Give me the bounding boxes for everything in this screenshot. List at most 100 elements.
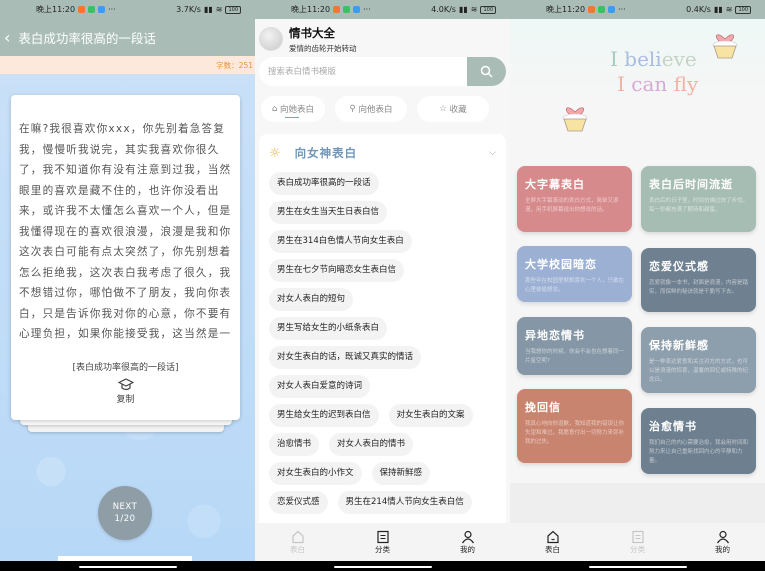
network-speed: 0.4K/s [686,5,711,14]
tab-category[interactable]: 分类 [608,530,668,555]
home-indicator[interactable] [333,566,432,568]
card-description: 是一种表达爱意和关注对方的方式，也可以是浪漫的惊喜，温馨的回忆或特殊的纪念日。 [649,359,749,383]
tab-confess[interactable]: 表白 [523,530,583,555]
tab-label: 向她表白 [280,105,315,115]
topic-chip[interactable]: 对女生表白的话，既诚又真实的情话 [269,346,422,369]
detail-screen: 晚上11:20 ··· 3.7K/s ▮▮ ≋ 100 ‹ 表白成功率很高的一段… [0,0,255,571]
home-indicator[interactable] [78,566,177,568]
bottom-tab-bar: 表白 分类 我的 [255,523,510,561]
home-banner: I believe I can fly [510,19,765,153]
tab-category[interactable]: 分类 [353,530,413,555]
tab-mine[interactable]: 我的 [693,530,753,555]
tab-to-him[interactable]: ⚲ 向他表白 [335,96,407,122]
status-time: 晚上11:20 [291,5,331,14]
notification-app-icon [588,6,596,13]
banner-word: beli [624,47,662,71]
banner-word: I [617,72,632,96]
status-bar: 晚上11:20 ··· 3.7K/s ▮▮ ≋ 100 [0,0,255,19]
avatar[interactable] [259,27,283,51]
topic-chip[interactable]: 对女人表白的情书 [329,433,414,456]
topic-chip[interactable]: 对女生表白的文案 [388,404,473,427]
battery-icon: 100 [480,5,496,14]
feature-card[interactable]: 保持新鲜感 是一种表达爱意和关注对方的方式，也可以是浪漫的惊喜，温馨的回忆或特殊… [641,327,756,393]
letter-source-title: [表白成功率很高的一段话] [72,363,179,373]
card-description: 表白后的日子里，时间仿佛过快了步伐，每一秒都充满了期待和甜蜜。 [649,198,749,213]
card-description: 恋爱就像一本书，封面是浪漫，内容是踏实，而保鲜的秘诀就是干脆写下去。 [649,280,749,295]
tab-label: 分类 [375,544,390,554]
tab-favorites[interactable]: ☆ 收藏 [417,96,489,122]
feature-card[interactable]: 恋爱仪式感 恋爱就像一本书，封面是浪漫，内容是踏实，而保鲜的秘诀就是干脆写下去。 [641,248,756,312]
status-time: 晚上11:20 [36,5,76,14]
page-title: 表白成功率很高的一段话 [18,31,156,46]
feature-card[interactable]: 挽回信 我真心地向你道歉，我知道我的错误让你失望和难过，我愿意付出一切努力来弥补… [517,389,632,463]
topic-chip[interactable]: 男生在214情人节向女生表白信 [337,491,472,514]
topic-chip[interactable]: 对女人表白爱意的诗词 [269,375,371,398]
sun-icon: ☼ [269,145,281,161]
topic-chips: 表白成功率很高的一段话 男生在女生当天生日表白信 男生在314白色情人节向女生表… [269,172,496,514]
message-icon [353,6,361,13]
tab-label: 向他表白 [358,105,393,115]
card-title: 大字幕表白 [525,178,585,191]
app-subtitle: 爱情的齿轮开始转动 [289,43,357,53]
status-more: ··· [108,5,116,14]
copy-button[interactable]: 复制 [19,378,232,405]
feature-card[interactable]: 大字幕表白 全屏大字幕滚动的表白方式，简单又浪漫，用手机屏幕说出你想说的话。 [517,166,632,232]
card-description: 我真心地向你道歉，我知道我的错误让你失望和难过，我愿意付出一切努力来弥补我的过失… [525,421,625,445]
card-description: 全屏大字幕滚动的表白方式，简单又浪漫，用手机屏幕说出你想说的话。 [525,198,619,213]
topic-chip[interactable]: 男生在女生当天生日表白信 [269,201,388,224]
feature-card[interactable]: 大学校园暗恋 那些年在校园里默默喜欢一个人，只敢在心里偷偷想念。 [517,246,632,302]
feature-card[interactable]: 表白后时间流逝 表白后的日子里，时间仿佛过快了步伐，每一秒都充满了期待和甜蜜。 [641,166,756,232]
feature-card[interactable]: 异地恋情书 当我想你的时候，你会不会也在想着同一片星空呢? [517,317,632,375]
topic-chip[interactable]: 恋爱仪式感 [269,491,328,514]
banner-word: I [610,47,625,71]
home-icon [291,530,304,543]
topic-chip[interactable]: 男生在314白色情人节向女生表白 [269,230,412,253]
gender-tabs: ⌂ 向她表白 ⚲ 向他表白 ☆ 收藏 [255,96,510,122]
topic-chip[interactable]: 对女生表白的小作文 [269,462,362,485]
back-icon[interactable]: ‹ [4,28,10,47]
letter-body: 在嘛?我很喜欢你xxx，你先别着急答复我，慢慢听我说完，其实我喜欢你很久了，我不… [19,123,232,340]
banner-word: fly [667,72,699,96]
category-panel: ☼ 向女神表白 ⌵ 表白成功率很高的一段话 男生在女生当天生日表白信 男生在31… [259,134,506,534]
search-button[interactable] [467,57,506,86]
male-icon: ⚲ [349,104,356,114]
card-title: 表白后时间流逝 [649,178,733,191]
chevron-down-icon[interactable]: ⌵ [489,148,496,158]
topic-chip[interactable]: 男生在七夕节向暗恋女生表白信 [269,259,405,282]
graduation-cap-icon [117,378,134,391]
home-indicator[interactable] [588,566,687,568]
next-button[interactable]: NEXT 1/20 [98,486,152,540]
topic-chip[interactable]: 表白成功率很高的一段话 [269,172,379,195]
banner-word: eve [661,47,697,71]
card-description: 当我想你的时候，你会不会也在想着同一片星空呢? [525,349,625,364]
battery-icon: 100 [225,5,241,14]
word-count: 字数：251 [0,56,255,74]
topic-chip[interactable]: 对女人表白的短句 [269,288,354,311]
wechat-icon [343,6,351,13]
topic-chip[interactable]: 治愈情书 [269,433,320,456]
tab-label: 表白 [545,544,560,554]
message-icon [98,6,106,13]
tab-to-her[interactable]: ⌂ 向她表白 [261,96,325,122]
home-icon [546,530,559,543]
wifi-icon: ≋ [725,5,733,14]
search-input[interactable] [259,57,467,86]
status-bar: 晚上11:20 ··· 0.4K/s ▮▮ ≋ 100 [510,0,765,19]
category-header[interactable]: ☼ 向女神表白 ⌵ [269,142,496,164]
tab-mine[interactable]: 我的 [438,530,498,555]
topic-chip[interactable]: 男生给女生的迟到表白信 [269,404,379,427]
list-icon [631,530,644,543]
wifi-icon: ≋ [470,5,478,14]
feature-card[interactable]: 治愈情书 我们自己的内心需要治愈，我会用时间和努力来让自己重新找回内心的平静和力… [641,408,756,474]
active-tab-indicator [285,116,299,118]
app-header: 情书大全 爱情的齿轮开始转动 [255,19,510,55]
tab-confess[interactable]: 表白 [268,530,328,555]
home-icon: ⌂ [271,104,278,114]
copy-label: 复制 [116,395,135,405]
status-bar: 晚上11:20 ··· 4.0K/s ▮▮ ≋ 100 [255,0,510,19]
cupcake-icon [562,107,588,132]
system-nav-bar [510,561,765,571]
status-more: ··· [363,5,371,14]
topic-chip[interactable]: 男生写给女生的小纸条表白 [269,317,388,340]
topic-chip[interactable]: 保持新鲜感 [371,462,431,485]
